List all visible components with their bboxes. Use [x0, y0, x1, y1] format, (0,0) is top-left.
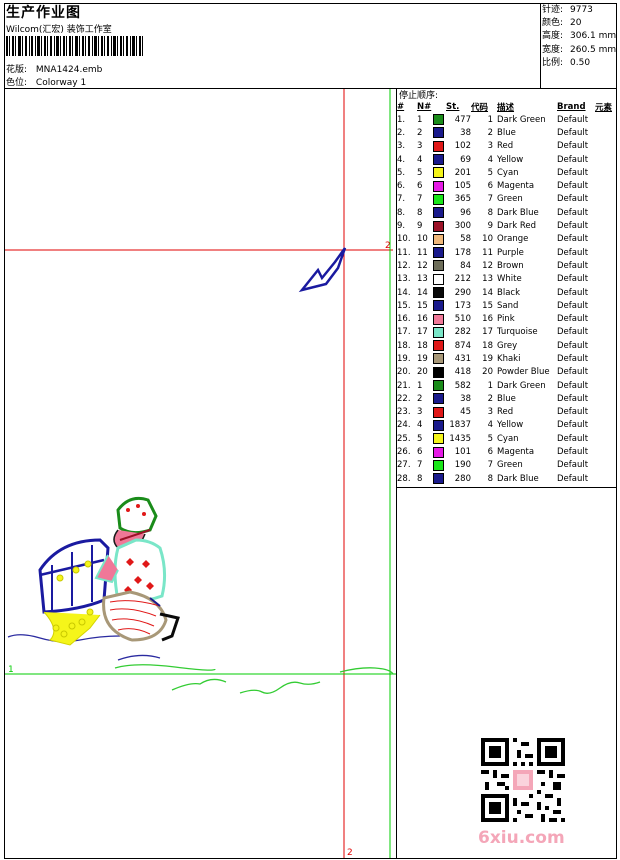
watermark-logo: 6xiu.com	[478, 828, 565, 848]
red-h-guide-label: 2	[385, 241, 391, 251]
green-h-guide-label: 1	[8, 665, 14, 675]
pirate-figure	[94, 496, 180, 642]
design-canvas: 2 2 1	[5, 89, 396, 858]
qr-code	[481, 738, 565, 822]
red-v-guide-label: 2	[347, 848, 353, 858]
seagull-shape	[298, 247, 347, 293]
treasure-chest	[38, 538, 110, 646]
